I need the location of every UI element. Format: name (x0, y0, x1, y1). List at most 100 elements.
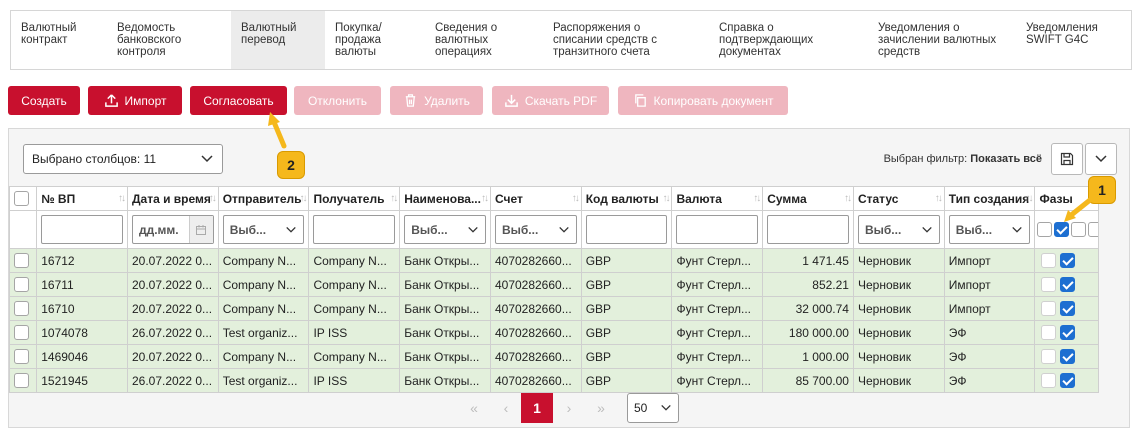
chevron-down-icon (201, 155, 213, 163)
first-page-button[interactable]: « (462, 393, 486, 423)
filter-dropdown-button[interactable] (1085, 143, 1117, 175)
column-header-account[interactable]: Счет ↑↓ (489, 186, 582, 211)
tab-bank-control-statement[interactable]: Ведомость банковского контроля (107, 11, 231, 69)
row-checkbox[interactable] (14, 349, 29, 365)
table-row[interactable]: 16711 20.07.2022 0... Company N... Company … (8, 272, 1099, 297)
tab-currency-transfer[interactable]: Валютный перевод (231, 11, 325, 69)
import-button[interactable]: Импорт (88, 86, 182, 115)
filter-receiver-input[interactable] (313, 215, 396, 244)
cell-num: 16711 (36, 272, 128, 297)
download-pdf-button[interactable]: Скачать PDF (492, 86, 609, 115)
delete-button[interactable]: Удалить (390, 86, 483, 115)
cell-amount: 85 700.00 (762, 368, 854, 393)
cell-amount: 32 000.74 (762, 296, 854, 321)
tab-currency-contract[interactable]: Валютный контракт (11, 11, 107, 69)
cell-creation-type: ЭФ (943, 320, 1036, 345)
copy-document-button[interactable]: Копировать документ (618, 86, 788, 115)
cell-account: 4070282660... (489, 368, 582, 393)
filter-status-select[interactable]: Выб... (857, 215, 940, 244)
table-row[interactable]: 1469046 20.07.2022 0... Company N... Compan… (8, 344, 1099, 369)
phase-checkbox[interactable] (1041, 277, 1057, 293)
column-header-account-label: Счет (494, 191, 523, 206)
column-header-num[interactable]: № ВП ↑↓ (36, 186, 128, 211)
current-page-button[interactable]: 1 (521, 393, 553, 423)
phase-checkbox-checked[interactable] (1060, 253, 1076, 269)
cell-creation-type: Импорт (943, 272, 1036, 297)
cell-phases (1034, 272, 1099, 297)
phase-checkbox-checked[interactable] (1060, 301, 1076, 317)
filter-currency-code-input[interactable] (585, 215, 668, 244)
phase-filter-checkbox-1[interactable] (1037, 222, 1053, 238)
phase-checkbox-checked[interactable] (1060, 373, 1076, 389)
prev-page-button[interactable]: ‹ (494, 393, 518, 423)
phase-checkbox[interactable] (1041, 301, 1057, 317)
cell-phases (1034, 368, 1099, 393)
select-all-checkbox[interactable] (14, 191, 29, 207)
date-placeholder: дд.мм. (138, 222, 179, 237)
row-checkbox[interactable] (14, 373, 29, 389)
save-filter-button[interactable] (1051, 143, 1083, 175)
row-checkbox[interactable] (14, 253, 29, 269)
tab-currency-exchange[interactable]: Покупка/ продажа валюты (325, 11, 425, 69)
tab-currency-operations-info[interactable]: Сведения о валютных операциях (425, 11, 543, 69)
filter-sender-select[interactable]: Выб... (222, 215, 305, 244)
filter-info: Выбран фильтр: Показать всё (884, 153, 1042, 165)
row-select-cell (8, 272, 38, 297)
chevron-down-icon (558, 226, 569, 233)
column-header-currency-code[interactable]: Код валюты ↑↓ (580, 186, 673, 211)
cell-currency-code: GBP (580, 320, 673, 345)
column-header-status[interactable]: Статус ↑↓ (852, 186, 945, 211)
column-header-creation-type[interactable]: Тип создания ↑↓ (943, 186, 1036, 211)
table-row[interactable]: 16712 20.07.2022 0... Company N... Company … (8, 248, 1099, 273)
phase-checkbox[interactable] (1041, 373, 1057, 389)
column-header-currency[interactable]: Валюта ↑↓ (671, 186, 764, 211)
phase-checkbox-checked[interactable] (1060, 325, 1076, 341)
cell-amount: 1 471.45 (762, 248, 854, 273)
filter-date-input[interactable]: дд.мм. (131, 215, 214, 244)
cell-currency-code: GBP (580, 368, 673, 393)
cell-status: Черновик (852, 272, 945, 297)
create-button[interactable]: Создать (8, 86, 80, 115)
filter-currency-input[interactable] (676, 215, 759, 244)
cell-creation-type: ЭФ (943, 344, 1036, 369)
phase-checkbox[interactable] (1041, 325, 1057, 341)
filter-account-select[interactable]: Выб... (494, 215, 577, 244)
row-checkbox[interactable] (14, 277, 29, 293)
cell-sender: Company N... (217, 272, 310, 297)
row-checkbox[interactable] (14, 301, 29, 317)
cell-num: 16712 (36, 248, 128, 273)
table-row[interactable]: 1074078 26.07.2022 0... Test organiz... IP … (8, 320, 1099, 345)
calendar-icon[interactable] (188, 216, 213, 243)
row-checkbox[interactable] (14, 325, 29, 341)
table-row[interactable]: 16710 20.07.2022 0... Company N... Company … (8, 296, 1099, 321)
column-header-date[interactable]: Дата и время ↑↓ (126, 186, 219, 211)
phase-checkbox[interactable] (1041, 349, 1057, 365)
column-header-sender[interactable]: Отправитель ↑↓ (217, 186, 310, 211)
last-page-button[interactable]: » (589, 393, 613, 423)
tab-swift-notices[interactable]: Уведомления SWIFT G4C (1016, 11, 1131, 69)
column-header-receiver[interactable]: Получатель ↑↓ (308, 186, 401, 211)
pagination: « ‹ 1 › » 50 (9, 393, 1129, 423)
column-header-name[interactable]: Наименова... ↑↓ (399, 186, 491, 211)
next-page-button[interactable]: › (557, 393, 581, 423)
tab-supporting-documents[interactable]: Справка о подтверждающих документах (709, 11, 868, 69)
phase-checkbox-checked[interactable] (1060, 277, 1076, 293)
column-header-amount[interactable]: Сумма ↑↓ (762, 186, 854, 211)
tab-currency-credit-notices[interactable]: Уведомления о зачислении валютных средст… (868, 11, 1016, 69)
column-header-date-label: Дата и время (131, 191, 211, 206)
filter-num-input[interactable] (41, 215, 123, 244)
page-size-select[interactable]: 50 (627, 393, 679, 423)
phase-checkbox[interactable] (1041, 253, 1057, 269)
arrow-pointer-icon (268, 112, 287, 149)
sort-icon: ↑↓ (662, 193, 670, 204)
tab-transit-account-orders[interactable]: Распоряжения о списании средств с транзи… (543, 11, 709, 69)
filter-creation-type-select[interactable]: Выб... (948, 215, 1031, 244)
reject-button[interactable]: Отклонить (294, 86, 381, 115)
table-row[interactable]: 1521945 26.07.2022 0... Test organiz... IP … (8, 368, 1099, 393)
filter-name-select[interactable]: Выб... (404, 215, 486, 244)
columns-selector[interactable]: Выбрано столбцов: 11 (23, 144, 223, 174)
column-header-receiver-label: Получатель (313, 191, 385, 206)
phase-checkbox-checked[interactable] (1060, 349, 1076, 365)
chevron-down-icon (921, 226, 932, 233)
filter-amount-input[interactable] (767, 215, 849, 244)
